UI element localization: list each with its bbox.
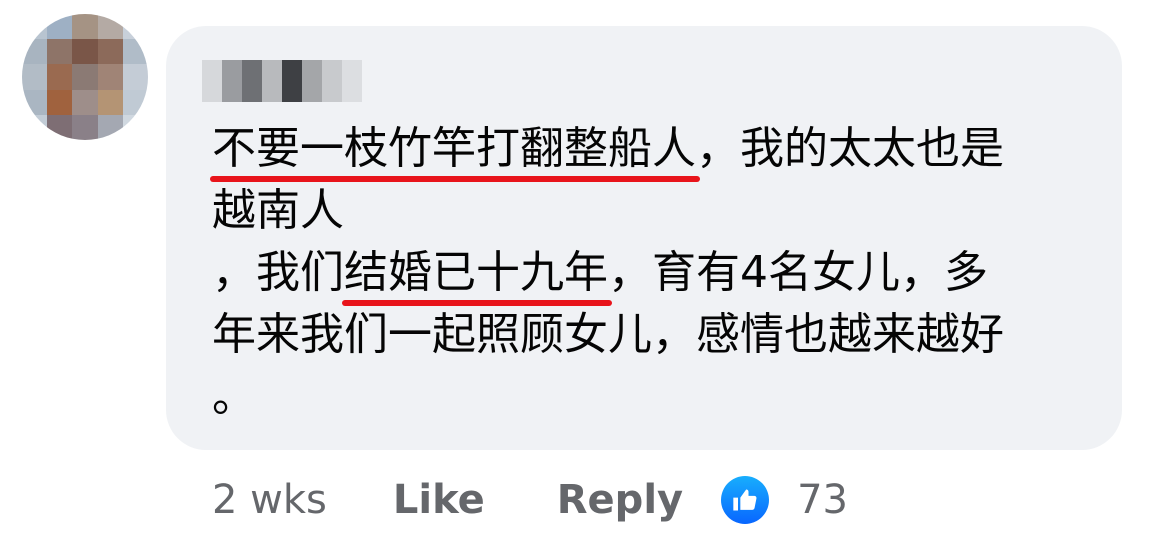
comment-line: 不要一枝竹竿打翻整船人，我的太太也是 (212, 123, 1004, 174)
comment-line: 越南人 (212, 185, 344, 236)
comment-text: 不要一枝竹竿打翻整船人，我的太太也是 越南人 ，我们结婚已十九年，育有4名女儿，… (212, 118, 1092, 428)
comment-line: 年来我们一起照顾女儿，感情也越来越好 (212, 309, 1004, 360)
reaction-count: 73 (797, 477, 849, 523)
reply-button[interactable]: Reply (557, 477, 683, 523)
like-button[interactable]: Like (393, 477, 485, 523)
comment-bubble: 不要一枝竹竿打翻整船人，我的太太也是 越南人 ，我们结婚已十九年，育有4名女儿，… (166, 26, 1122, 450)
avatar[interactable] (22, 14, 148, 140)
thumbs-up-icon (721, 476, 770, 524)
comment-line: ，我们结婚已十九年，育有4名女儿，多 (212, 247, 988, 298)
comment-item: 不要一枝竹竿打翻整船人，我的太太也是 越南人 ，我们结婚已十九年，育有4名女儿，… (0, 0, 1166, 552)
timestamp[interactable]: 2 wks (212, 477, 327, 523)
highlighted-phrase: 不要一枝竹竿打翻整船人 (212, 123, 696, 174)
highlighted-phrase: 结婚已十九年 (344, 247, 608, 298)
comment-line: 。 (212, 371, 256, 422)
comment-actions: 2 wks Like Reply 73 (212, 470, 848, 530)
commenter-name[interactable] (202, 60, 362, 102)
reaction-summary[interactable]: 73 (721, 476, 848, 524)
